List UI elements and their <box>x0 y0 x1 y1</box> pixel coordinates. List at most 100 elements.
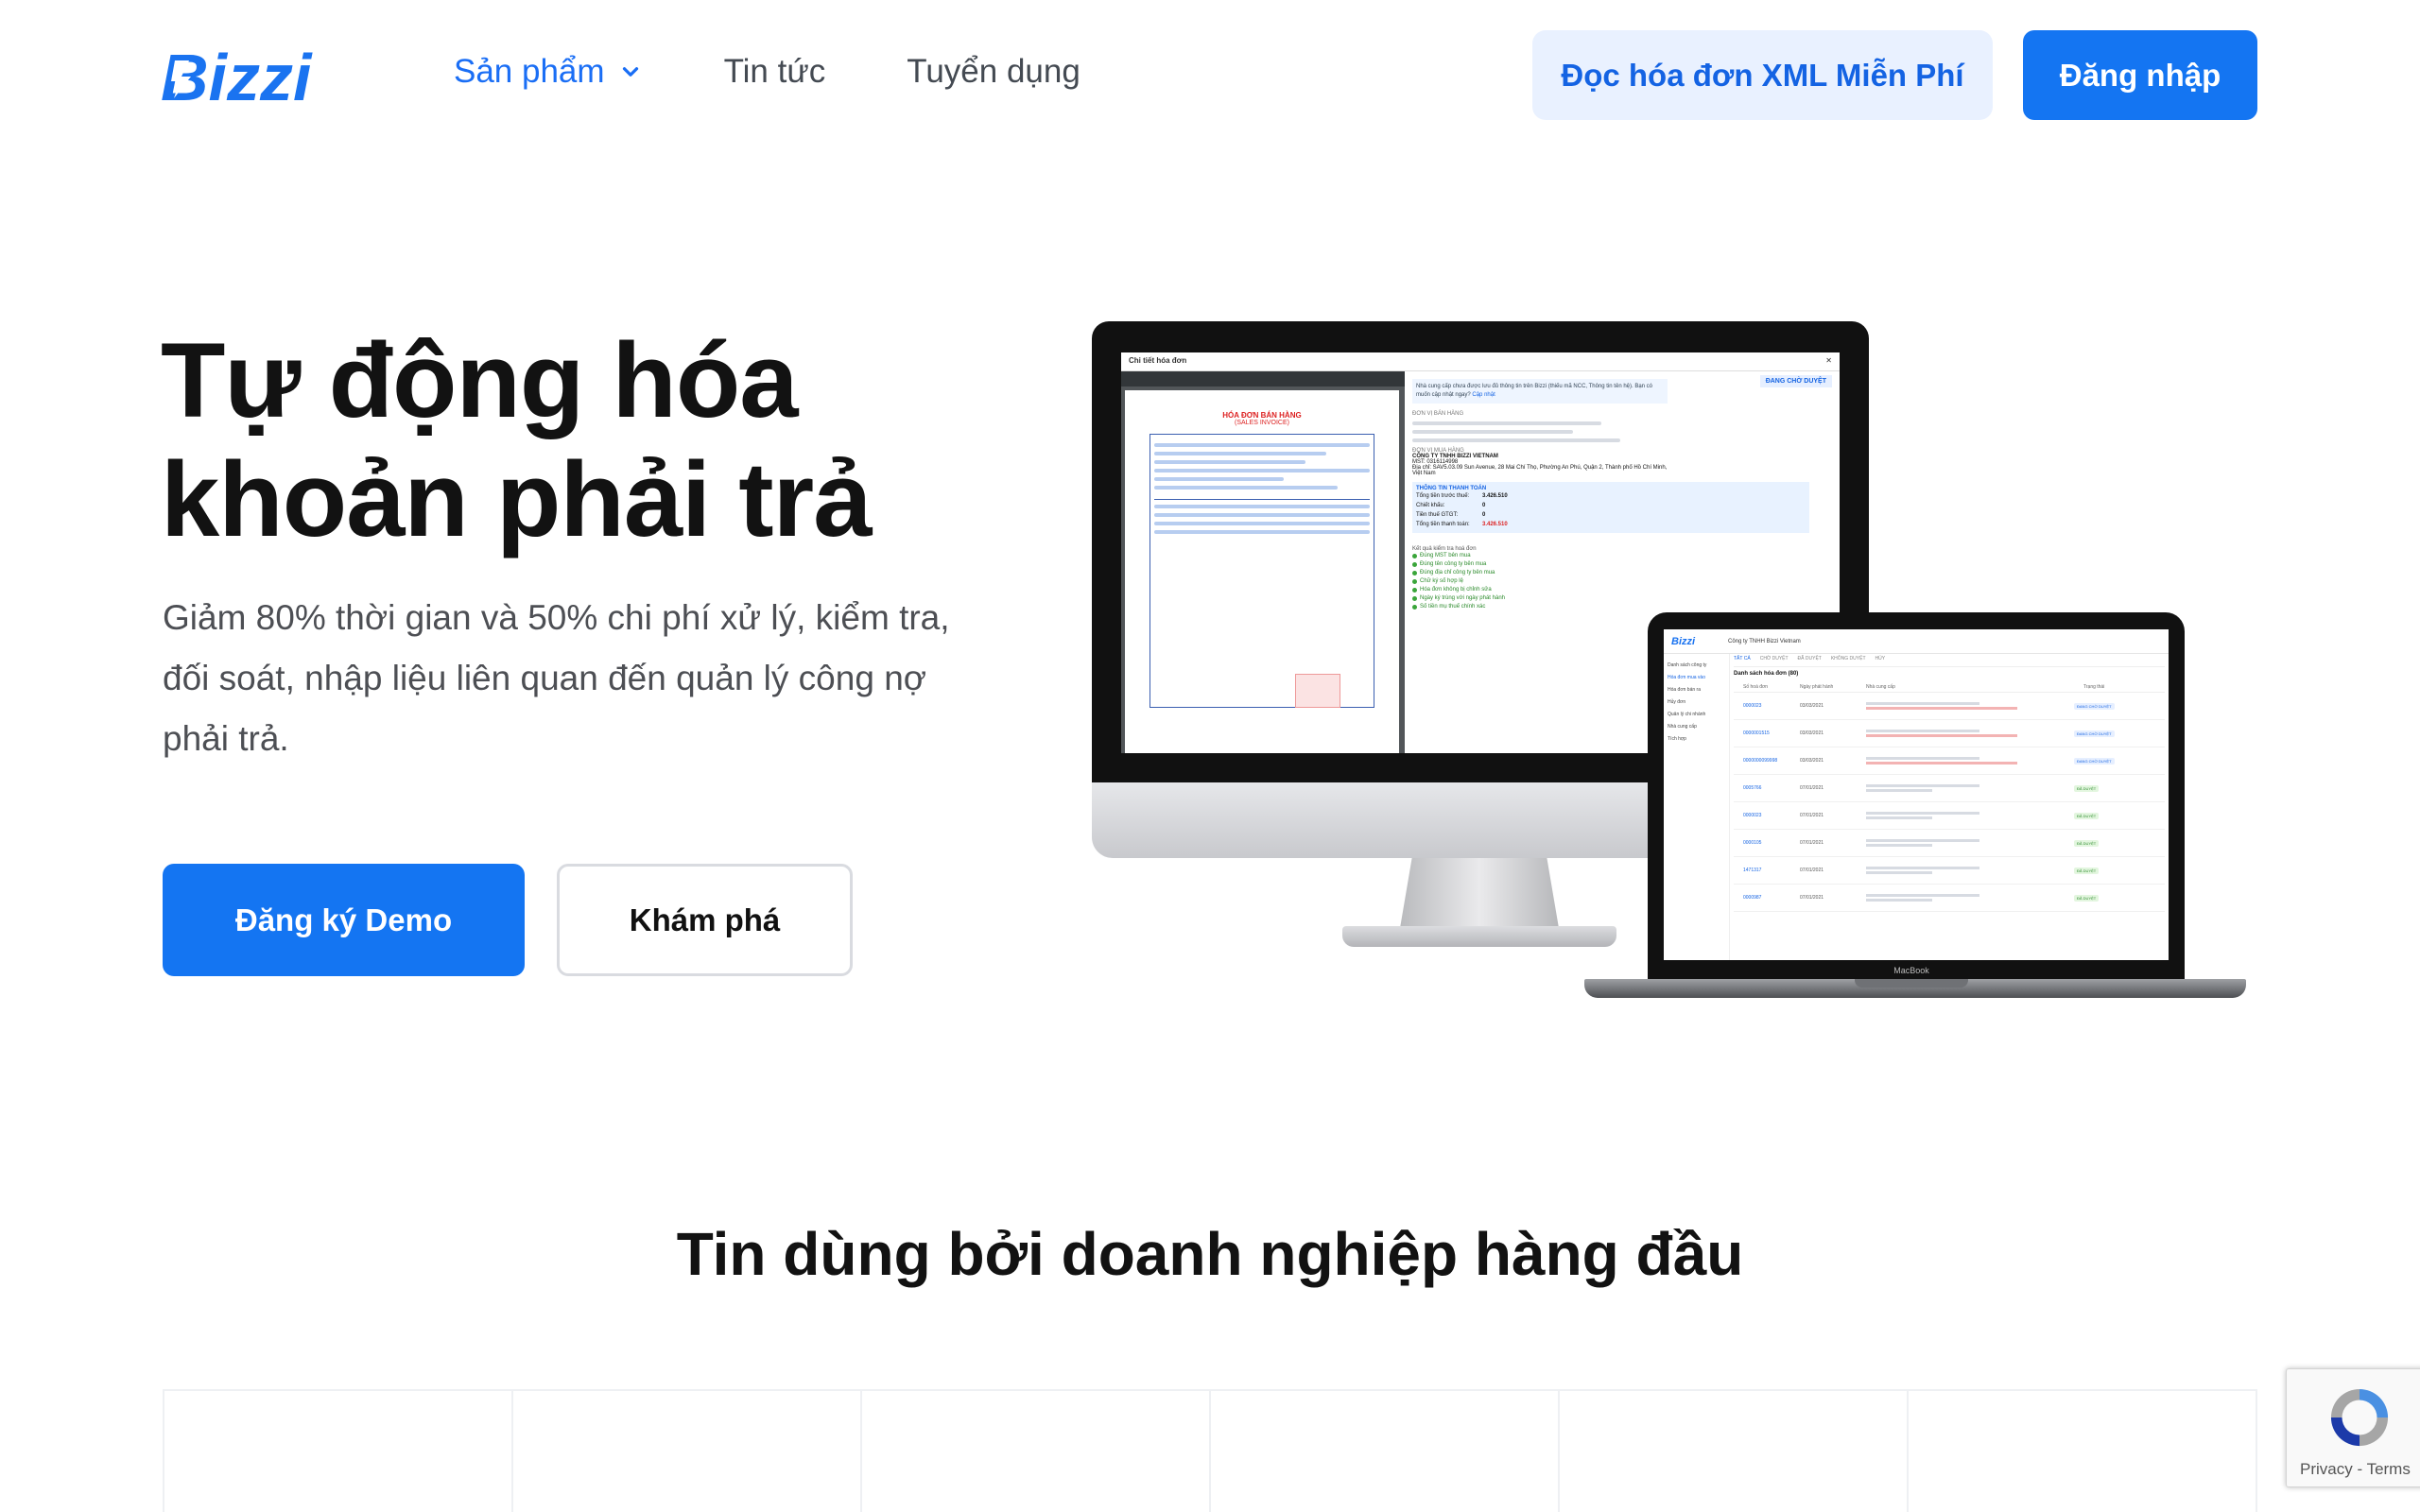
nav-item-label: Tin tức <box>723 53 826 90</box>
recaptcha-badge[interactable]: Privacy - Terms <box>2286 1368 2420 1487</box>
nav-item-products[interactable]: Sản phẩm <box>454 53 643 91</box>
main-nav: Sản phẩm Tin tức Tuyển dụng <box>454 53 1162 91</box>
invoice-tab[interactable]: TẤT CẢ <box>1734 656 1751 666</box>
invoice-heading: HÓA ĐƠN BÁN HÀNG <box>1222 411 1302 420</box>
column-header: Trạng thái <box>2083 684 2105 690</box>
close-icon: ✕ <box>1825 356 1832 365</box>
explore-button[interactable]: Khám phá <box>557 864 853 976</box>
pdf-viewer: HÓA ĐƠN BÁN HÀNG (SALES INVOICE) <box>1121 371 1405 753</box>
column-header: Số hoá đơn <box>1743 684 1769 690</box>
placeholder-line <box>1866 839 1979 842</box>
bizzi-logo[interactable]: Bizzi <box>161 43 355 110</box>
invoice-tab[interactable]: HỦY <box>1876 656 1886 666</box>
invoice-number: 1471317 <box>1743 868 1762 873</box>
status-badge: ĐÃ DUYỆT <box>2074 784 2100 792</box>
table-row[interactable]: 0000001515 03/03/2021 ĐANG CHỜ DUYỆT <box>1734 720 2165 747</box>
macbook-frame: Bizzi Công ty TNHH Bizzi Vietnam Danh sá… <box>1648 612 2185 988</box>
table-header: Số hoá đơn Ngày phát hành Nhà cung cấp Trạn… <box>1734 684 2165 693</box>
check-item: Ngày ký trùng với ngày phát hành <box>1412 594 1832 603</box>
hero-subtitle: Giảm 80% thời gian và 50% chi phí xử lý,… <box>163 598 950 758</box>
client-logo-cell <box>513 1391 862 1512</box>
invoice-tab[interactable]: CHỜ DUYỆT <box>1760 656 1789 666</box>
sidebar-item[interactable]: Danh sách công ty <box>1668 660 1725 672</box>
client-logo-cell <box>1909 1391 2256 1512</box>
column-header: Nhà cung cấp <box>1866 684 1895 690</box>
company-name: Công ty TNHH Bizzi Vietnam <box>1728 638 1801 644</box>
invoice-number: 0000000099998 <box>1743 758 1778 764</box>
placeholder-line <box>1866 702 1979 705</box>
table-row[interactable]: 0005766 07/01/2021 ĐÃ DUYỆT <box>1734 775 2165 802</box>
check-item: Số tiền mụ thuế chính xác <box>1412 603 1832 611</box>
check-label: Chữ ký số hợp lệ <box>1420 578 1463 584</box>
sidebar-list: Danh sách công ty Hóa đơn mua vào Hóa đơn … <box>1668 660 1725 746</box>
pdf-toolbar <box>1121 371 1405 387</box>
signature-stamp <box>1295 674 1340 708</box>
payment-row: Tổng tiền trước thuế: 3.426.510 <box>1416 491 1806 501</box>
link-separator: - <box>2357 1460 2363 1478</box>
status-badge: ĐANG CHỜ DUYỆT <box>2074 730 2115 737</box>
trust-title: Tin dùng bởi doanh nghiệp hàng đầu <box>676 1220 1744 1288</box>
check-item: Hóa đơn không bị chỉnh sửa <box>1412 586 1832 594</box>
payment-rows: Tổng tiền trước thuế: 3.426.510 Chiết khấu… <box>1416 491 1806 529</box>
placeholder-line <box>1866 867 1979 869</box>
recaptcha-links: Privacy - Terms <box>2300 1460 2411 1479</box>
app-window-bar: Chi tiết hóa đơn ✕ <box>1121 352 1840 371</box>
invoice-date: 07/01/2021 <box>1800 813 1824 818</box>
table-row[interactable]: 0000987 07/01/2021 ĐÃ DUYỆT <box>1734 885 2165 912</box>
table-row[interactable]: 0000105 07/01/2021 ĐÃ DUYỆT <box>1734 830 2165 857</box>
register-demo-button[interactable]: Đăng ký Demo <box>163 864 525 976</box>
invoice-table-body: 0000023 03/03/2021 ĐANG CHỜ DUYỆT 000000151… <box>1734 693 2165 912</box>
sidebar-item[interactable]: Tích hợp <box>1668 733 1725 746</box>
invoice-date: 07/01/2021 <box>1800 868 1824 873</box>
payment-value: 3.426.510 <box>1482 522 1508 527</box>
invoice-date: 07/01/2021 <box>1800 785 1824 791</box>
check-label: Ngày ký trùng với ngày phát hành <box>1420 595 1505 601</box>
nav-item-label: Sản phẩm <box>454 53 605 90</box>
nav-item-careers[interactable]: Tuyển dụng <box>907 53 1080 91</box>
check-circle-icon <box>1412 571 1417 576</box>
imac-base <box>1342 926 1616 947</box>
check-item: Đúng tên công ty bên mua <box>1412 560 1832 569</box>
placeholder-line <box>1866 894 1979 897</box>
table-row[interactable]: 0000023 03/03/2021 ĐANG CHỜ DUYỆT <box>1734 693 2165 720</box>
client-logo-cell <box>862 1391 1211 1512</box>
app-sidebar: Danh sách công ty Hóa đơn mua vào Hóa đơn … <box>1664 654 1730 960</box>
invoice-number: 0005766 <box>1743 785 1762 791</box>
check-label: Đúng MST bên mua <box>1420 553 1471 558</box>
table-row[interactable]: 1471317 07/01/2021 ĐÃ DUYỆT <box>1734 857 2165 885</box>
nav-item-news[interactable]: Tin tức <box>724 53 826 91</box>
invoice-tabs: TẤT CẢ CHỜ DUYỆT ĐÃ DUYỆT KHÔNG DUYỆT HỦY <box>1734 656 2165 667</box>
client-logo-grid <box>163 1389 2257 1512</box>
sidebar-item[interactable]: Hủy đơn <box>1668 696 1725 709</box>
check-circle-icon <box>1412 588 1417 593</box>
sidebar-item[interactable]: Nhà cung cấp <box>1668 721 1725 733</box>
login-button[interactable]: Đăng nhập <box>2023 30 2257 120</box>
app-logo: Bizzi <box>1671 635 1696 647</box>
nav-item-label: Tuyển dụng <box>907 53 1080 90</box>
hero-title-line2: khoản phải trả <box>161 440 872 558</box>
read-xml-invoice-button[interactable]: Đọc hóa đơn XML Miễn Phí <box>1532 30 1993 120</box>
payment-value: 0 <box>1482 512 1486 518</box>
update-link[interactable]: Cập nhật <box>1472 392 1495 398</box>
column-header: Ngày phát hành <box>1800 684 1834 690</box>
macbook-label: MacBook <box>1893 966 1929 975</box>
invoice-tab[interactable]: KHÔNG DUYỆT <box>1831 656 1866 666</box>
terms-link[interactable]: Terms <box>2367 1460 2411 1478</box>
invoice-tab[interactable]: ĐÃ DUYỆT <box>1798 656 1822 666</box>
supplier-cell <box>1857 810 2074 821</box>
sidebar-item[interactable]: Hóa đơn mua vào <box>1668 672 1725 684</box>
imac-stand <box>1399 858 1560 934</box>
privacy-link[interactable]: Privacy <box>2300 1460 2353 1478</box>
table-row[interactable]: 0000000099998 03/03/2021 ĐANG CHỜ DUYỆT <box>1734 747 2165 775</box>
sidebar-item[interactable]: Hóa đơn bán ra <box>1668 684 1725 696</box>
table-row[interactable]: 0000023 07/01/2021 ĐÃ DUYỆT <box>1734 802 2165 830</box>
placeholder-line <box>1866 871 1932 874</box>
supplier-cell <box>1857 865 2074 876</box>
supplier-cell <box>1857 728 2074 739</box>
invoice-document: HÓA ĐƠN BÁN HÀNG (SALES INVOICE) <box>1125 390 1399 753</box>
sidebar-item[interactable]: Quản lý chi nhánh <box>1668 709 1725 721</box>
check-label: Đúng tên công ty bên mua <box>1420 561 1487 567</box>
placeholder-line <box>1866 757 1979 760</box>
check-circle-icon <box>1412 562 1417 567</box>
invoice-date: 03/03/2021 <box>1800 703 1824 709</box>
